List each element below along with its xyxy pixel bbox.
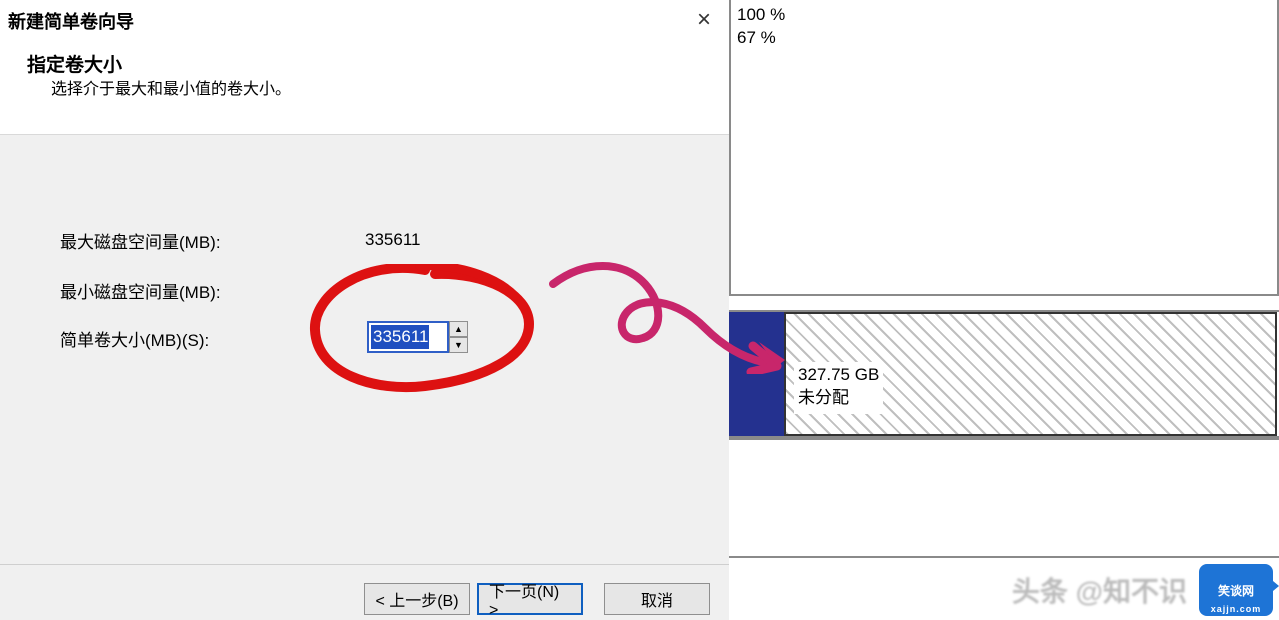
wizard-body: 最大磁盘空间量(MB): 335611 最小磁盘空间量(MB): 简单卷大小(M… [0, 134, 729, 564]
disk-management-panel: 100 % 67 % 327.75 GB 未分配 [729, 0, 1279, 620]
wizard-title: 新建简单卷向导 [8, 8, 134, 34]
disk-management-upper-pane: 100 % 67 % [729, 0, 1279, 296]
spin-up-button[interactable]: ▲ [449, 321, 468, 337]
new-simple-volume-wizard-dialog: 新建简单卷向导 × 指定卷大小 选择介于最大和最小值的卷大小。 最大磁盘空间量(… [0, 0, 729, 620]
label-min-disk-space: 最小磁盘空间量(MB): [60, 278, 365, 303]
next-button-label: 下一页(N) > [489, 578, 571, 620]
selected-input-text-overlay: 335611 [371, 325, 429, 349]
watermark-logo-sub: xajjn.com [1199, 604, 1273, 614]
cancel-button-label: 取消 [641, 587, 673, 611]
disk-partition-label: 327.75 GB 未分配 [794, 362, 883, 414]
percent-line-1: 100 % [737, 5, 785, 25]
back-button[interactable]: < 上一步(B) [364, 583, 470, 615]
disk-management-lower-row [729, 438, 1279, 558]
label-simple-volume-size: 简单卷大小(MB)(S): [60, 326, 365, 351]
wizard-header: 新建简单卷向导 × 指定卷大小 选择介于最大和最小值的卷大小。 [0, 0, 729, 134]
close-icon[interactable]: × [689, 6, 719, 34]
watermark-text: 头条 @知不识 [1012, 570, 1187, 610]
value-max-disk-space: 335611 [365, 230, 420, 250]
watermark-logo-main: 笑谈网 [1218, 582, 1254, 599]
label-max-disk-space: 最大磁盘空间量(MB): [60, 228, 365, 253]
chevron-up-icon: ▲ [454, 325, 463, 334]
watermark: 头条 @知不识 笑谈网 xajjn.com [1012, 564, 1273, 616]
disk-row: 327.75 GB 未分配 [729, 310, 1279, 438]
percent-line-2: 67 % [737, 28, 776, 48]
next-button[interactable]: 下一页(N) > [477, 583, 583, 615]
back-button-label: < 上一步(B) [375, 587, 458, 611]
disk-header-slot [729, 312, 784, 436]
disk-partition-unallocated[interactable]: 327.75 GB 未分配 [784, 312, 1277, 436]
watermark-logo: 笑谈网 xajjn.com [1199, 564, 1273, 616]
cancel-button[interactable]: 取消 [604, 583, 710, 615]
partition-status: 未分配 [798, 387, 879, 410]
wizard-subdescription: 选择介于最大和最小值的卷大小。 [51, 75, 291, 99]
partition-size: 327.75 GB [798, 364, 879, 387]
wizard-footer: < 上一步(B) 下一页(N) > 取消 ➤ [0, 564, 729, 620]
chevron-down-icon: ▼ [454, 341, 463, 350]
spin-down-button[interactable]: ▼ [449, 337, 468, 353]
wizard-subtitle: 指定卷大小 [27, 50, 122, 77]
